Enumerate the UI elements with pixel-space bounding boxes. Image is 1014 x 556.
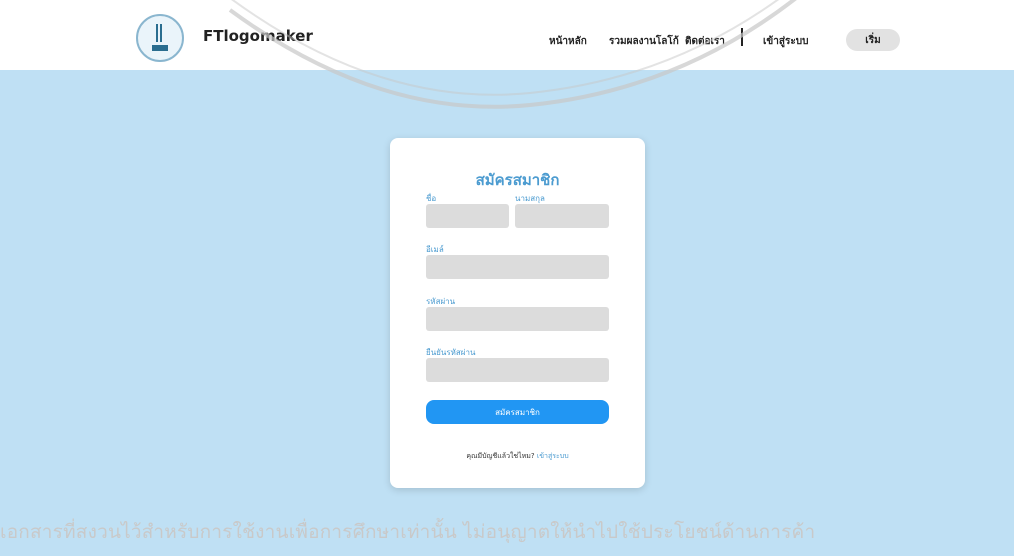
last-name-input[interactable] <box>515 204 609 228</box>
signup-title: สมัครสมาชิก <box>475 171 560 189</box>
nav-contact[interactable]: ติดต่อเรา <box>685 34 725 49</box>
nav-home[interactable]: หน้าหลัก <box>549 34 587 49</box>
first-name-input[interactable] <box>426 204 509 228</box>
brand-name[interactable]: FTlogomaker <box>203 27 313 45</box>
nav-login[interactable]: เข้าสู่ระบบ <box>763 34 808 49</box>
start-button[interactable]: เริ่ม <box>846 29 900 51</box>
login-prompt-text: คุณมีบัญชีแล้วใช่ไหม? <box>466 452 535 460</box>
logo-icon <box>152 24 168 51</box>
nav-logo-gallery[interactable]: รวมผลงานโลโก้ <box>609 34 679 49</box>
confirm-password-input[interactable] <box>426 358 609 382</box>
nav-divider <box>741 28 743 46</box>
copyright-watermark: เอกสารที่สงวนไว้สำหรับการใช้งานเพื่อการศ… <box>0 521 816 543</box>
password-input[interactable] <box>426 307 609 331</box>
email-input[interactable] <box>426 255 609 279</box>
signup-card: สมัครสมาชิก ชื่อ นามสกุล อีเมล์ รหัสผ่าน… <box>390 138 645 488</box>
signup-submit-button[interactable]: สมัครสมาชิก <box>426 400 609 424</box>
top-navbar: FTlogomaker หน้าหลัก รวมผลงานโลโก้ ติดต่… <box>0 0 1014 70</box>
login-prompt: คุณมีบัญชีแล้วใช่ไหม? เข้าสู่ระบบ <box>390 451 645 462</box>
login-link[interactable]: เข้าสู่ระบบ <box>537 452 569 460</box>
brand-logo[interactable] <box>136 14 184 62</box>
